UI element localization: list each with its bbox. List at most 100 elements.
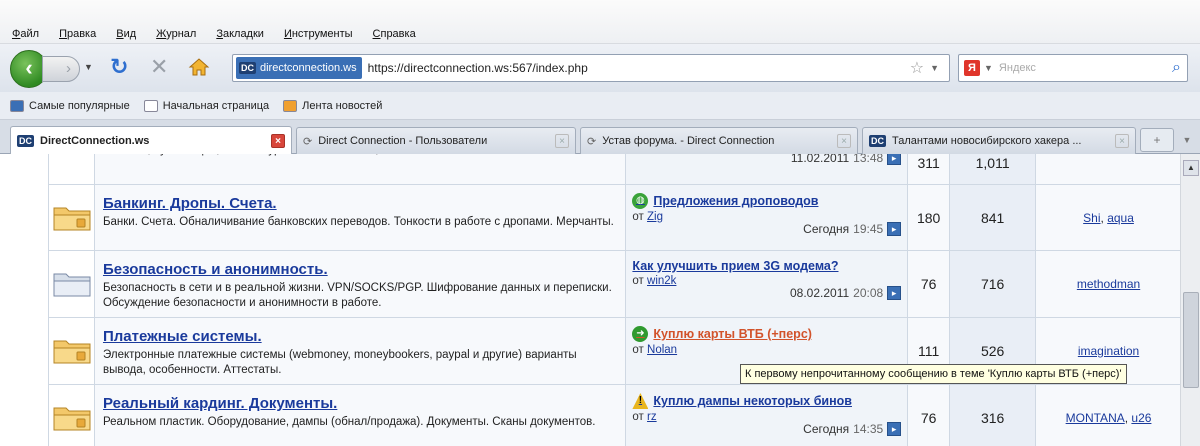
last-post-title-link[interactable]: ➜ Куплю карты ВТБ (+перс): [632, 326, 901, 342]
history-dropdown-icon[interactable]: ▼: [84, 62, 93, 72]
post-count: 841: [949, 184, 1037, 251]
go-to-post-icon[interactable]: ▸: [887, 222, 902, 236]
author-link[interactable]: Zig: [647, 211, 663, 223]
last-post-cell: ◍ Предложения дроповодов от Zig Сегодня 19:4…: [625, 184, 909, 251]
post-time: 13:48: [853, 154, 884, 165]
forward-button[interactable]: ›: [42, 56, 80, 82]
browser-tab[interactable]: ⟳ Direct Connection - Пользователи ×: [296, 127, 576, 154]
home-icon[interactable]: [188, 56, 210, 78]
moderator-link[interactable]: u26: [1131, 411, 1151, 425]
forum-info-cell: Безопасность и анонимность. Безопасность …: [93, 250, 627, 318]
last-post-title: Куплю дампы некоторых бинов: [653, 394, 852, 408]
last-post-title: Куплю карты ВТБ (+перс): [653, 327, 812, 341]
tab-favicon-icon: DC: [869, 135, 886, 147]
menu-item[interactable]: Файл: [12, 28, 39, 40]
stop-icon[interactable]: ✕: [150, 54, 168, 80]
moderator-link[interactable]: methodman: [1077, 277, 1140, 291]
last-post-title-link[interactable]: ! Куплю дампы некоторых бинов: [632, 393, 901, 409]
close-tab-icon[interactable]: ×: [837, 134, 851, 148]
menu-item[interactable]: Инструменты: [284, 28, 353, 40]
tab-favicon-icon: DC: [17, 134, 34, 147]
search-bar[interactable]: Я ▼ Яндекс ⌕: [958, 54, 1188, 82]
browser-tab[interactable]: ⟳ Устав форума. - Direct Connection ×: [580, 127, 858, 154]
yandex-icon[interactable]: Я: [964, 60, 980, 76]
tab-list-dropdown-icon[interactable]: ▼: [1178, 128, 1196, 152]
author-prefix: от: [632, 275, 644, 287]
menu-item[interactable]: Закладки: [216, 28, 264, 40]
moderator-link[interactable]: Shi: [1083, 211, 1100, 225]
scroll-up-button[interactable]: ▲: [1183, 160, 1199, 176]
last-post-title-link[interactable]: ◍ Предложения дроповодов: [632, 193, 901, 209]
bookmark-label: Самые популярные: [29, 99, 130, 112]
folder-icon: [49, 403, 94, 431]
forum-name-link[interactable]: Реальный кардинг. Документы.: [103, 395, 617, 412]
site-identity-label: directconnection.ws: [260, 62, 357, 74]
bookmark-label: Лента новостей: [302, 99, 383, 112]
menu-item[interactable]: Вид: [116, 28, 136, 40]
forum-info-cell: Платежные системы. Электронные платежные …: [93, 317, 627, 385]
tab-label: Талантами новосибирского хакера ...: [892, 135, 1082, 147]
search-engine-dropdown-icon[interactable]: ▼: [984, 63, 993, 73]
close-tab-icon[interactable]: ×: [555, 134, 569, 148]
forum-info-cell: Новости, публикации, статьи журналистов …: [93, 154, 627, 185]
url-dropdown-icon[interactable]: ▼: [930, 63, 939, 73]
forum-icon-cell: [48, 384, 95, 446]
forum-table: Новости, публикации, статьи журналистов …: [48, 154, 1182, 446]
forum-row: Безопасность и анонимность. Безопасность …: [48, 250, 1182, 318]
bookmark-item[interactable]: Начальная страница: [143, 99, 269, 112]
address-bar[interactable]: DC directconnection.ws https://directcon…: [232, 54, 950, 82]
go-to-post-icon[interactable]: ▸: [887, 422, 902, 436]
url-text[interactable]: https://directconnection.ws:567/index.ph…: [368, 61, 588, 75]
post-count: 716: [949, 250, 1037, 318]
scroll-thumb[interactable]: [1183, 292, 1199, 388]
menu-item[interactable]: Справка: [373, 28, 416, 40]
go-to-post-icon[interactable]: ▸: [887, 154, 902, 165]
forum-icon-cell: [48, 317, 95, 385]
vertical-scrollbar[interactable]: ▲: [1180, 154, 1200, 446]
last-post-author: от Nolan: [632, 344, 901, 356]
browser-tab[interactable]: DC DirectConnection.ws ×: [10, 126, 292, 154]
menu-bar: Файл Правка Вид Журнал Закладки Инструменты Сп…: [0, 0, 1200, 44]
menu-item[interactable]: Правка: [59, 28, 96, 40]
search-input[interactable]: Яндекс: [999, 62, 1036, 74]
author-link[interactable]: rz: [647, 411, 657, 423]
search-icon[interactable]: ⌕: [1172, 59, 1181, 77]
bookmark-star-icon[interactable]: ☆: [910, 58, 924, 78]
author-link[interactable]: win2k: [647, 275, 676, 287]
close-tab-icon[interactable]: ×: [271, 133, 285, 148]
loading-icon: ⟳: [303, 135, 313, 148]
close-tab-icon[interactable]: ×: [1115, 134, 1129, 148]
moderator-link[interactable]: MONTANA: [1066, 411, 1125, 425]
author-prefix: от: [632, 411, 644, 423]
forum-name-link[interactable]: Банкинг. Дропы. Счета.: [103, 195, 617, 212]
last-post-title-link[interactable]: Как улучшить прием 3G модема?: [632, 259, 901, 273]
browser-tab[interactable]: DC Талантами новосибирского хакера ... ×: [862, 127, 1136, 154]
moderator-link[interactable]: aqua: [1107, 211, 1134, 225]
post-date: 11.02.2011: [790, 154, 850, 165]
tab-label: Direct Connection - Пользователи: [318, 135, 488, 147]
moderator-link[interactable]: imagination: [1078, 344, 1139, 358]
bookmarks-toolbar: Самые популярные Начальная страница Лента …: [0, 92, 1200, 120]
forum-info-cell: Реальный кардинг. Документы. Реальном пла…: [93, 384, 627, 446]
author-link[interactable]: Nolan: [647, 344, 677, 356]
menu-item[interactable]: Журнал: [156, 28, 196, 40]
last-post-date: 08.02.2011 20:08 ▸: [632, 286, 902, 300]
menu-items: Файл Правка Вид Журнал Закладки Инструменты Сп…: [12, 28, 416, 40]
topic-count: 180: [907, 184, 951, 251]
rss-icon: [283, 99, 298, 112]
go-to-post-icon[interactable]: ▸: [887, 286, 902, 300]
reload-icon[interactable]: ↻: [110, 54, 128, 80]
bookmark-item[interactable]: Самые популярные: [10, 99, 130, 112]
forum-icon-cell: [48, 184, 95, 251]
site-identity-badge[interactable]: DC directconnection.ws: [236, 57, 362, 79]
forum-description: Новости, публикации, статьи журналистов …: [103, 154, 617, 158]
forum-info-cell: Банкинг. Дропы. Счета. Банки. Счета. Обна…: [93, 184, 627, 251]
bookmark-item[interactable]: Лента новостей: [283, 99, 383, 112]
forum-name-link[interactable]: Платежные системы.: [103, 328, 617, 345]
forum-name-link[interactable]: Безопасность и анонимность.: [103, 261, 617, 278]
moderators-cell: methodman: [1035, 250, 1182, 318]
loading-icon: ⟳: [587, 135, 597, 148]
moderators-cell: MONTANA, u26: [1035, 384, 1182, 446]
new-tab-button[interactable]: +: [1140, 128, 1174, 152]
forum-icon-cell: [48, 250, 95, 318]
